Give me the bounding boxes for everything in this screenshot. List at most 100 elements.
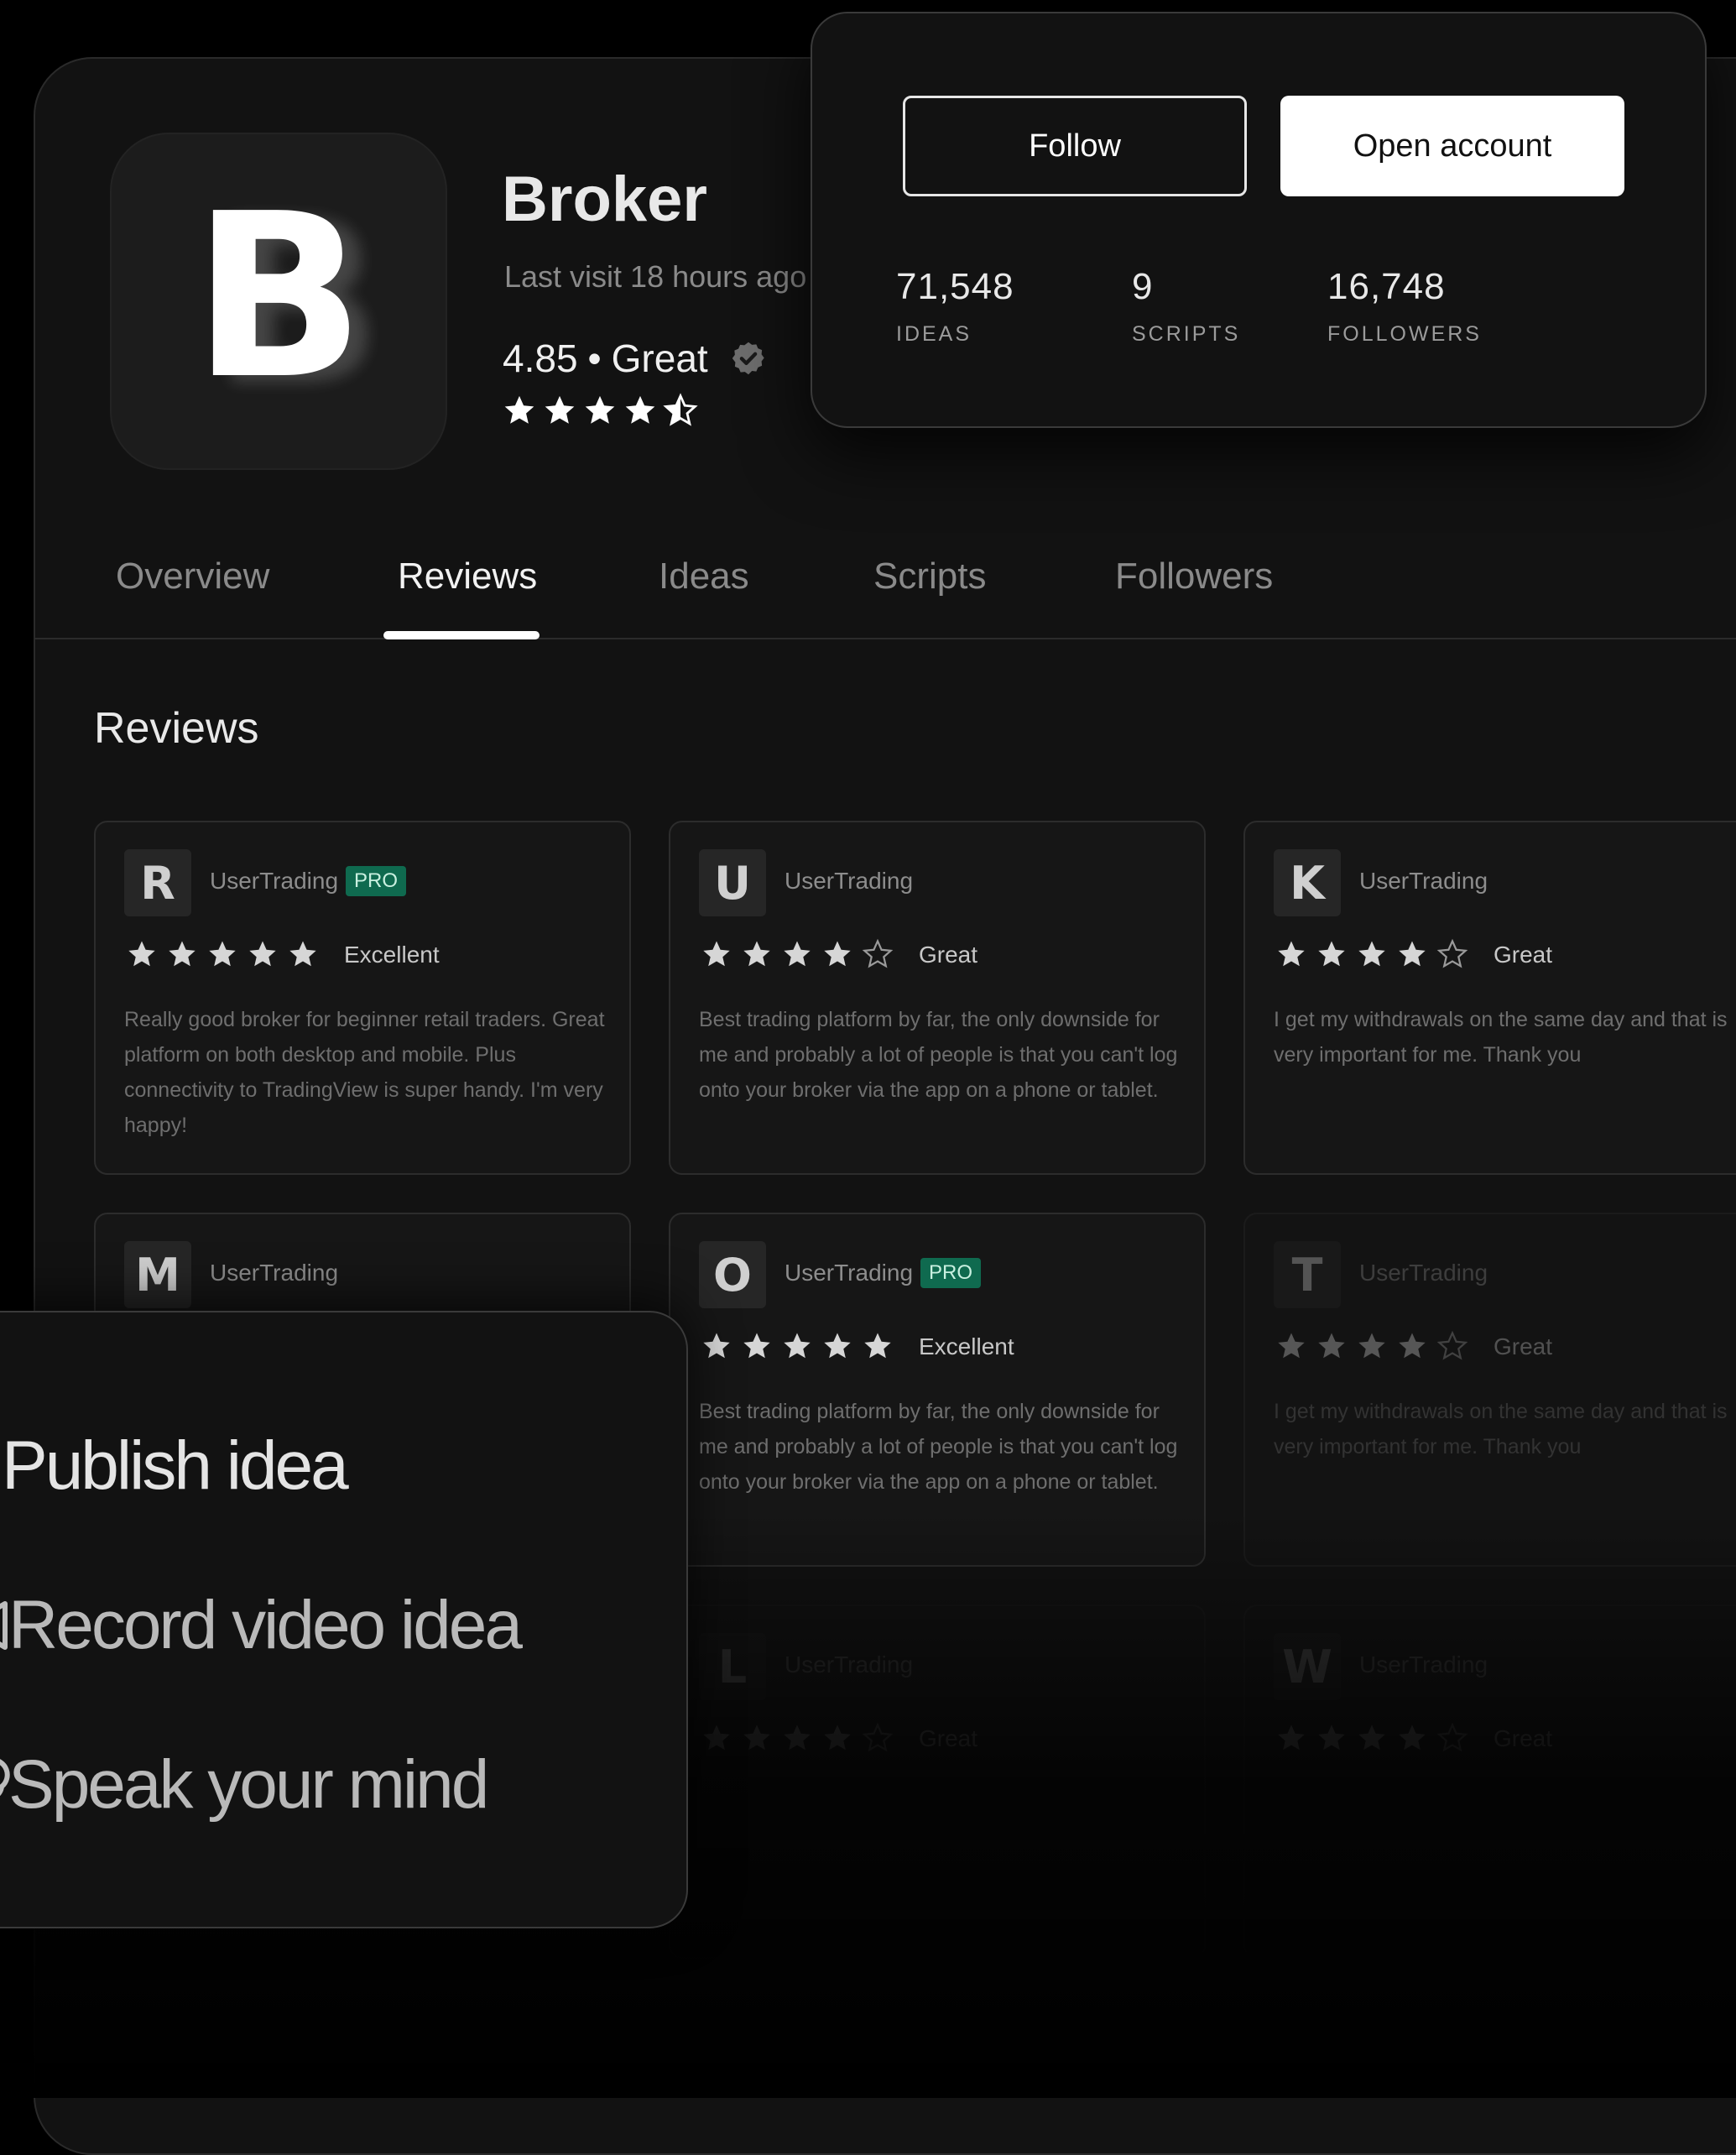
rating-separator: • <box>587 337 602 380</box>
review-text: Best trading platform by far, the only d… <box>699 1400 1178 1494</box>
star-filled-icon <box>1358 1333 1385 1359</box>
tab-overview[interactable]: Overview <box>116 556 269 597</box>
review-username[interactable]: UserTrading <box>785 869 913 893</box>
star-filled-icon <box>784 941 811 967</box>
tab-reviews[interactable]: Reviews <box>398 556 537 597</box>
stat-value: 9 <box>1132 266 1154 307</box>
avatar[interactable]: R <box>124 849 191 916</box>
review-stars <box>1275 1330 1468 1362</box>
review-username[interactable]: UserTrading <box>785 1261 913 1285</box>
review-stars <box>701 1330 894 1362</box>
review-username[interactable]: UserTrading <box>1359 1261 1488 1285</box>
menu-item-label: Record video idea <box>8 1587 523 1663</box>
avatar[interactable]: K <box>1274 849 1341 916</box>
review-card[interactable]: K UserTrading Great I get my withdrawals on… <box>1243 821 1736 1175</box>
review-username[interactable]: UserTrading <box>1359 869 1488 893</box>
stat-value: 71,548 <box>896 266 1014 307</box>
pro-badge: PRO <box>346 866 407 896</box>
avatar[interactable]: O <box>699 1241 766 1308</box>
star-filled-icon <box>784 1333 811 1359</box>
active-tab-indicator <box>383 631 540 639</box>
review-text: Really good broker for beginner retail t… <box>124 1008 605 1137</box>
review-stars <box>126 938 319 970</box>
review-rating-label: Excellent <box>344 942 440 968</box>
review-username[interactable]: UserTrading <box>210 869 338 893</box>
star-filled-icon <box>703 941 730 967</box>
avatar[interactable]: M <box>124 1241 191 1308</box>
avatar[interactable]: U <box>699 849 766 916</box>
star-filled-icon <box>209 941 236 967</box>
stat-followers[interactable]: 16,748 FOLLOWERS <box>1327 269 1482 345</box>
star-filled-icon <box>625 395 655 424</box>
profile-tabs: Overview Reviews Ideas Scripts Followers <box>34 537 1736 639</box>
menu-item-record-video-idea[interactable]: Record video idea <box>0 1579 523 1672</box>
stat-label: SCRIPTS <box>1132 322 1241 346</box>
star-filled-icon <box>1318 1333 1345 1359</box>
pro-badge: PRO <box>920 1258 982 1288</box>
stat-value: 16,748 <box>1327 266 1446 307</box>
menu-item-publish-idea[interactable]: Publish idea <box>0 1420 349 1512</box>
menu-item-label: Speak your mind <box>8 1746 489 1823</box>
tab-followers[interactable]: Followers <box>1115 556 1273 597</box>
review-text: Best trading platform by far, the only d… <box>699 1008 1178 1102</box>
star-filled-icon <box>169 941 195 967</box>
star-filled-icon <box>128 941 155 967</box>
star-empty-icon <box>1436 1330 1468 1360</box>
broker-logo: B <box>110 133 447 470</box>
rating-stars <box>502 393 698 428</box>
stat-scripts[interactable]: 9 SCRIPTS <box>1132 269 1240 345</box>
star-empty-icon <box>1436 938 1468 968</box>
review-text: I get my withdrawals on the same day and… <box>1274 1008 1728 1067</box>
star-filled-icon <box>703 1333 730 1359</box>
rating-summary: 4.85 • Great <box>503 339 767 378</box>
rating-value: 4.85 <box>503 337 578 380</box>
star-filled-icon <box>1358 941 1385 967</box>
star-filled-icon <box>743 941 770 967</box>
review-username[interactable]: UserTrading <box>210 1261 338 1285</box>
review-rating-label: Excellent <box>919 1333 1014 1359</box>
star-filled-icon <box>864 1333 891 1359</box>
stat-ideas[interactable]: 71,548 IDEAS <box>896 269 1014 345</box>
star-filled-icon <box>1278 941 1305 967</box>
star-filled-icon <box>289 941 316 967</box>
video-camera-icon <box>0 1601 8 1650</box>
star-filled-icon <box>1399 1333 1426 1359</box>
review-rating-label: Great <box>919 942 978 968</box>
rating-label: Great <box>611 337 708 380</box>
review-card[interactable]: R UserTrading PRO Excellent Really good brok… <box>94 821 631 1175</box>
star-filled-icon <box>249 941 276 967</box>
avatar[interactable]: T <box>1274 1241 1341 1308</box>
star-filled-icon <box>585 395 615 424</box>
star-filled-icon <box>545 395 575 424</box>
broker-name: Broker <box>502 164 707 235</box>
review-stars <box>701 938 894 970</box>
review-rating-label: Great <box>1494 942 1553 968</box>
last-visit-text: Last visit 18 hours ago <box>504 259 807 294</box>
review-stars <box>1275 938 1468 970</box>
broker-actions-card: Follow Open account 71,548 IDEAS 9 SCRIP… <box>811 12 1707 428</box>
verified-badge-icon <box>732 342 764 375</box>
star-filled-icon <box>824 1333 851 1359</box>
stat-label: FOLLOWERS <box>1327 322 1482 346</box>
create-menu: Publish idea Record video idea Speak you… <box>0 1311 688 1928</box>
star-filled-icon <box>1318 941 1345 967</box>
star-filled-icon <box>1278 1333 1305 1359</box>
menu-item-speak-your-mind[interactable]: Speak your mind <box>0 1739 489 1831</box>
star-filled-icon <box>504 395 534 424</box>
menu-item-label: Publish idea <box>2 1427 349 1504</box>
star-filled-icon <box>1399 941 1426 967</box>
tab-ideas[interactable]: Ideas <box>659 556 749 597</box>
broker-logo-letter: B <box>192 164 365 429</box>
lightbulb-icon <box>0 1424 8 1508</box>
follow-button[interactable]: Follow <box>903 96 1247 196</box>
open-account-button[interactable]: Open account <box>1280 96 1624 196</box>
reviews-heading: Reviews <box>94 704 259 753</box>
review-card[interactable]: U UserTrading Great Best trading platform b… <box>669 821 1206 1175</box>
tab-scripts[interactable]: Scripts <box>873 556 986 597</box>
stat-label: IDEAS <box>896 322 972 346</box>
thought-bubble-icon <box>0 1759 10 1797</box>
star-empty-icon <box>862 938 894 968</box>
review-rating-label: Great <box>1494 1333 1553 1359</box>
star-filled-icon <box>743 1333 770 1359</box>
star-half-icon <box>663 393 698 426</box>
